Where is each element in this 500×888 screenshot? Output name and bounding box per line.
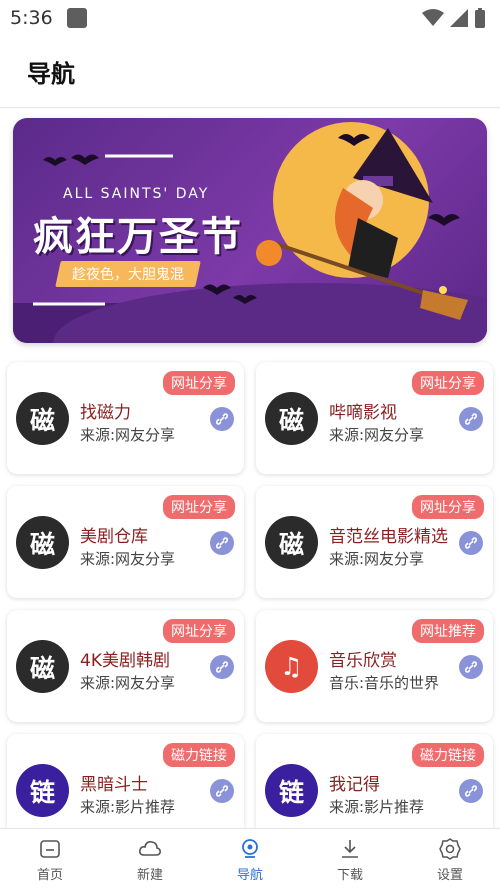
link-icon[interactable] xyxy=(459,531,483,555)
magnet-avatar-icon: 磁 xyxy=(16,640,69,693)
site-card[interactable]: 网址分享 磁 音范丝电影精选 来源:网友分享 xyxy=(256,486,493,598)
card-source: 来源:网友分享 xyxy=(329,550,425,568)
link-icon[interactable] xyxy=(210,531,234,555)
nav-new[interactable]: 新建 xyxy=(100,829,200,888)
page-title: 导航 xyxy=(27,60,75,88)
nav-download-label: 下载 xyxy=(336,868,363,883)
card-title: 哔嘀影视 xyxy=(329,403,397,423)
link-icon[interactable] xyxy=(459,407,483,431)
card-title: 音范丝电影精选 xyxy=(329,527,448,547)
site-card[interactable]: 网址分享 磁 美剧仓库 来源:网友分享 xyxy=(7,486,244,598)
card-badge: 网址分享 xyxy=(412,495,484,519)
nav-download[interactable]: 下载 xyxy=(300,829,400,888)
notification-icon xyxy=(66,8,87,28)
card-title: 4K美剧韩剧 xyxy=(80,651,170,671)
bottom-nav: 首页 新建 导航 下载 设置 xyxy=(0,828,500,888)
magnet-avatar-icon: 磁 xyxy=(265,516,318,569)
card-source: 来源:网友分享 xyxy=(80,426,176,444)
link-avatar-icon: 链 xyxy=(265,764,318,817)
banner-title: 疯狂万圣节 xyxy=(33,214,243,260)
music-note-icon: ♫ xyxy=(265,640,318,693)
app-header: 导航 xyxy=(0,36,500,108)
link-icon[interactable] xyxy=(210,655,234,679)
home-icon xyxy=(40,840,60,858)
banner-subtitle: ALL SAINTS' DAY xyxy=(63,186,210,202)
card-badge: 网址分享 xyxy=(412,371,484,395)
status-icons xyxy=(422,8,486,28)
halloween-banner[interactable]: ALL SAINTS' DAY 疯狂万圣节 趁夜色，大胆鬼混 xyxy=(13,118,487,343)
link-icon[interactable] xyxy=(210,779,234,803)
site-card[interactable]: 网址推荐 ♫ 音乐欣赏 音乐:音乐的世界 xyxy=(256,610,493,722)
link-icon[interactable] xyxy=(459,655,483,679)
magnet-avatar-icon: 磁 xyxy=(265,392,318,445)
banner-tagline: 趁夜色，大胆鬼混 xyxy=(55,261,201,287)
card-source: 来源:影片推荐 xyxy=(329,798,425,816)
card-badge: 磁力链接 xyxy=(412,743,484,767)
site-card[interactable]: 网址分享 磁 哔嘀影视 来源:网友分享 xyxy=(256,362,493,474)
card-badge: 网址分享 xyxy=(163,371,235,395)
card-title: 我记得 xyxy=(329,775,380,795)
card-title: 音乐欣赏 xyxy=(329,651,397,671)
site-card[interactable]: 磁力链接 链 我记得 来源:影片推荐 xyxy=(256,734,493,828)
magnet-avatar-icon: 磁 xyxy=(16,516,69,569)
site-card[interactable]: 磁力链接 链 黑暗斗士 来源:影片推荐 xyxy=(7,734,244,828)
wifi-icon xyxy=(422,9,444,26)
nav-navigation[interactable]: 导航 xyxy=(200,829,300,888)
card-title: 美剧仓库 xyxy=(80,527,148,547)
cloud-icon xyxy=(139,841,161,856)
banner-tagline-text: 趁夜色，大胆鬼混 xyxy=(72,267,184,283)
card-badge: 网址推荐 xyxy=(412,619,484,643)
nav-home-label: 首页 xyxy=(36,868,63,883)
card-title: 找磁力 xyxy=(80,403,131,423)
card-badge: 磁力链接 xyxy=(163,743,235,767)
site-card[interactable]: 网址分享 磁 找磁力 来源:网友分享 xyxy=(7,362,244,474)
link-avatar-icon: 链 xyxy=(16,764,69,817)
status-time: 5:36 xyxy=(10,7,53,29)
card-badge: 网址分享 xyxy=(163,495,235,519)
card-source: 来源:网友分享 xyxy=(329,426,425,444)
card-title: 黑暗斗士 xyxy=(80,775,148,795)
compass-icon xyxy=(242,839,258,858)
download-icon xyxy=(342,840,358,858)
link-icon[interactable] xyxy=(459,779,483,803)
nav-settings-label: 设置 xyxy=(436,868,463,883)
magnet-avatar-icon: 磁 xyxy=(16,392,69,445)
nav-new-label: 新建 xyxy=(136,868,163,883)
card-source: 来源:网友分享 xyxy=(80,550,176,568)
nav-navigation-label: 导航 xyxy=(236,868,263,883)
nav-home[interactable]: 首页 xyxy=(0,829,100,888)
card-badge: 网址分享 xyxy=(163,619,235,643)
nav-settings[interactable]: 设置 xyxy=(400,829,500,888)
signal-icon xyxy=(450,9,468,27)
status-bar: 5:36 xyxy=(0,0,500,36)
battery-icon xyxy=(475,8,485,28)
site-card[interactable]: 网址分享 磁 4K美剧韩剧 来源:网友分享 xyxy=(7,610,244,722)
card-source: 音乐:音乐的世界 xyxy=(329,674,440,692)
card-source: 来源:影片推荐 xyxy=(80,798,176,816)
gear-icon xyxy=(439,838,461,860)
card-source: 来源:网友分享 xyxy=(80,674,176,692)
link-icon[interactable] xyxy=(210,407,234,431)
